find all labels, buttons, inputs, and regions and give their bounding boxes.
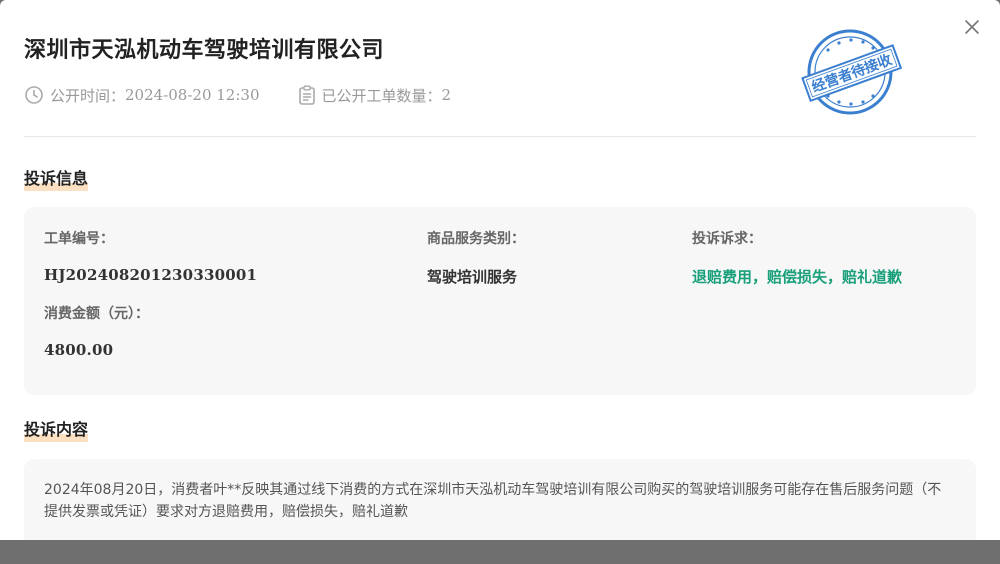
complaint-content-title: 投诉内容 [24,416,89,442]
order-number-value: HJ2024082012303300​01 [44,266,258,284]
complaint-info-card: 工单编号： HJ2024082012303300​01 商品服务类别： 驾驶培训… [24,207,976,395]
status-stamp: 经营者待接收 [801,29,903,115]
complaint-demand-label: 投诉诉求： [692,231,762,247]
close-button[interactable] [962,17,982,37]
clock-icon [25,86,43,104]
complaint-content-card: 2024年08月20日，消费者叶**反映其通过线下消费的方式在深圳市天泓机动车驾… [24,459,976,540]
order-count: 已公开工单数量： 2 [298,85,452,106]
complaint-info-title: 投诉信息 [24,165,89,191]
meta-row: 公开时间： 2024-08-20 12:30 已公开工单数量： 2 [24,84,451,106]
close-icon [965,20,979,34]
publish-time-value: 2024-08-20 12:30 [125,86,260,104]
header-divider [24,136,976,137]
complaint-content-text: 2024年08月20日，消费者叶**反映其通过线下消费的方式在深圳市天泓机动车驾… [44,482,942,520]
complaint-demand-value: 退赔费用，赔偿损失，赔礼道歉 [692,268,903,286]
publish-time: 公开时间： 2024-08-20 12:30 [24,85,260,106]
order-number-label: 工单编号： [44,231,114,247]
amount-field: 消费金额（元）： 4800.00 [44,303,149,359]
order-count-value: 2 [441,86,452,104]
service-category-value: 驾驶培训服务 [427,268,518,286]
complaint-detail-modal: 深圳市天泓机动车驾驶培训有限公司 公开时间： 2024-08-20 12:30 … [0,0,1000,540]
amount-label: 消费金额（元）： [44,306,149,322]
publish-time-label: 公开时间： [50,86,126,105]
service-category-field: 商品服务类别： 驾驶培训服务 [427,228,525,287]
clipboard-icon [298,85,315,105]
amount-value: 4800.00 [44,341,114,359]
order-number-field: 工单编号： HJ2024082012303300​01 [44,228,257,284]
service-category-label: 商品服务类别： [427,231,525,247]
complaint-demand-field: 投诉诉求： 退赔费用，赔偿损失，赔礼道歉 [692,228,902,287]
company-name: 深圳市天泓机动车驾驶培训有限公司 [24,38,385,63]
order-count-label: 已公开工单数量： [321,86,442,105]
